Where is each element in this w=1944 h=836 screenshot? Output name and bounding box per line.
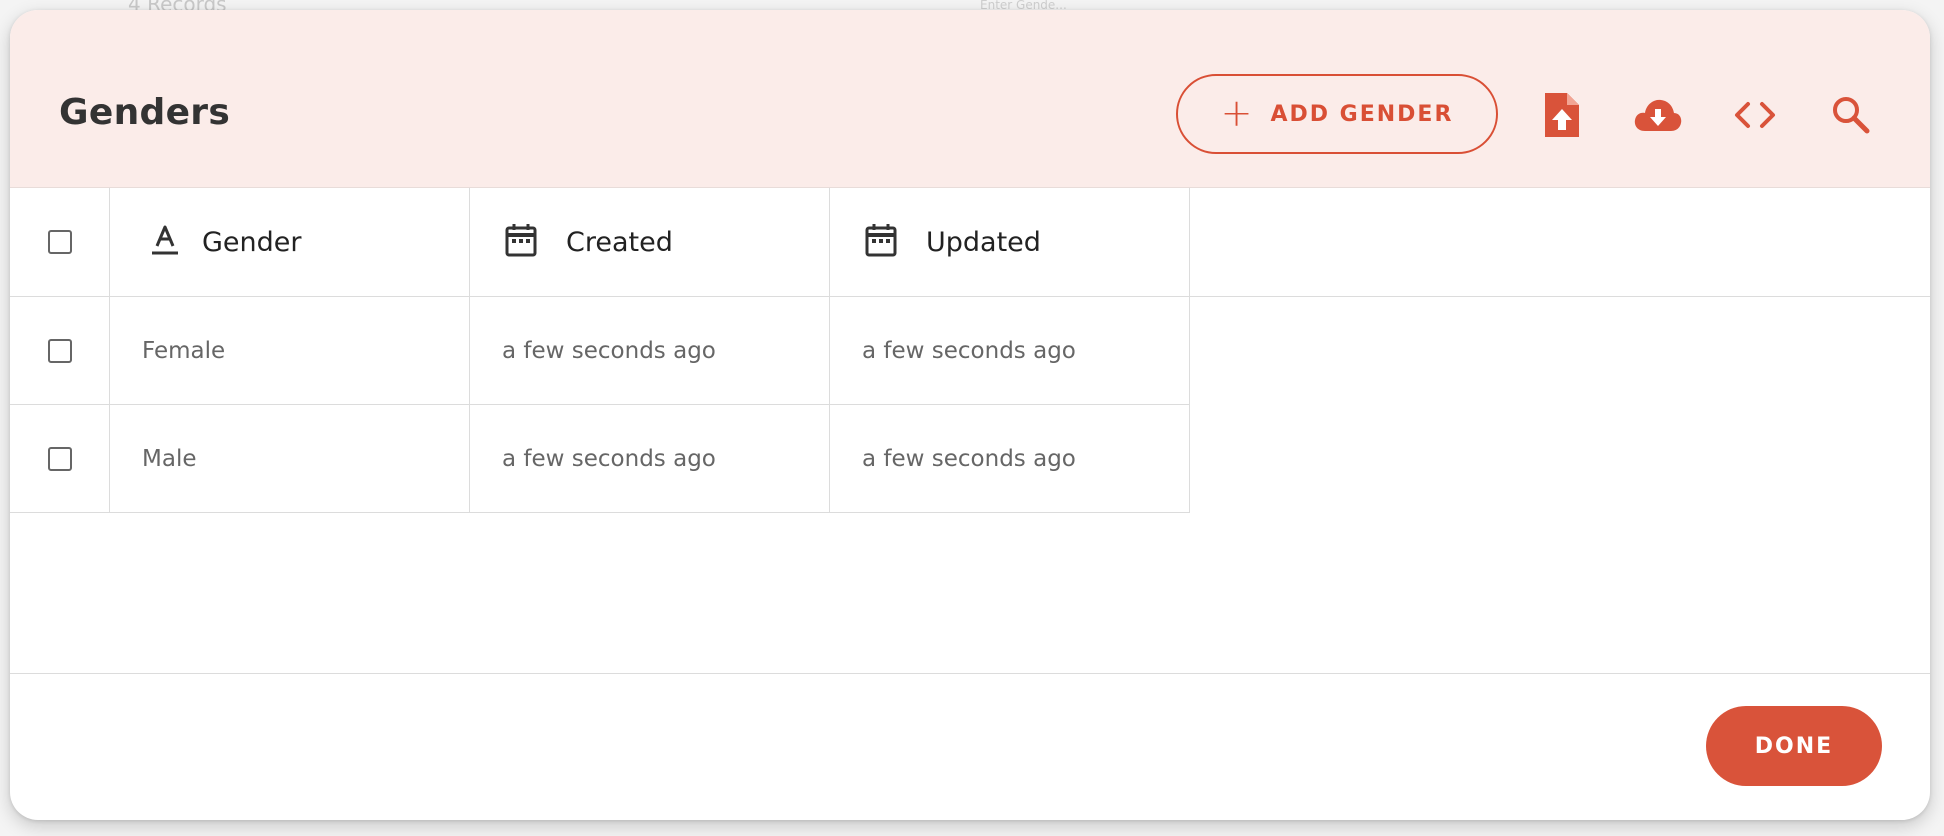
row-select-cell xyxy=(10,297,110,404)
cell-created[interactable]: a few seconds ago xyxy=(470,297,830,404)
dialog-title: Genders xyxy=(59,92,231,133)
column-header-updated[interactable]: Updated xyxy=(830,188,1190,296)
calendar-icon xyxy=(504,222,538,262)
dialog-footer xyxy=(10,673,1930,820)
row-select-cell xyxy=(10,405,110,512)
add-gender-button[interactable]: + ADD GENDER xyxy=(1176,74,1498,154)
row-checkbox[interactable] xyxy=(47,338,72,363)
table-row[interactable]: Male a few seconds ago a few seconds ago xyxy=(10,405,1190,513)
created-value: a few seconds ago xyxy=(502,337,716,364)
column-header-gender[interactable]: Gender xyxy=(110,188,470,296)
updated-value: a few seconds ago xyxy=(862,337,1076,364)
column-header-created[interactable]: Created xyxy=(470,188,830,296)
cell-updated[interactable]: a few seconds ago xyxy=(830,405,1190,512)
genders-dialog: Genders + ADD GENDER Gender Created Upda… xyxy=(10,10,1930,820)
gender-value: Female xyxy=(142,337,226,364)
column-title-updated: Updated xyxy=(926,226,1041,258)
dialog-header: Genders + ADD GENDER xyxy=(10,10,1930,188)
cell-created[interactable]: a few seconds ago xyxy=(470,405,830,512)
add-gender-label: ADD GENDER xyxy=(1270,101,1454,127)
row-checkbox[interactable] xyxy=(47,446,72,471)
select-all-cell xyxy=(10,188,110,296)
cell-gender[interactable]: Male xyxy=(110,405,470,512)
calendar-icon xyxy=(864,222,898,262)
done-button[interactable]: DONE xyxy=(1706,706,1882,786)
cell-gender[interactable]: Female xyxy=(110,297,470,404)
table-header: Gender Created Updated xyxy=(10,188,1930,297)
column-title-created: Created xyxy=(566,226,673,258)
created-value: a few seconds ago xyxy=(502,445,716,472)
cloud-download-icon[interactable] xyxy=(1633,90,1683,140)
file-upload-icon[interactable] xyxy=(1536,90,1586,140)
code-icon[interactable] xyxy=(1730,90,1780,140)
text-format-icon xyxy=(150,224,180,260)
plus-icon: + xyxy=(1220,90,1255,135)
select-all-checkbox[interactable] xyxy=(47,230,72,254)
cell-updated[interactable]: a few seconds ago xyxy=(830,297,1190,404)
gender-value: Male xyxy=(142,445,197,472)
table-row[interactable]: Female a few seconds ago a few seconds a… xyxy=(10,297,1190,405)
updated-value: a few seconds ago xyxy=(862,445,1076,472)
column-title-gender: Gender xyxy=(202,226,302,258)
search-icon[interactable] xyxy=(1826,90,1876,140)
